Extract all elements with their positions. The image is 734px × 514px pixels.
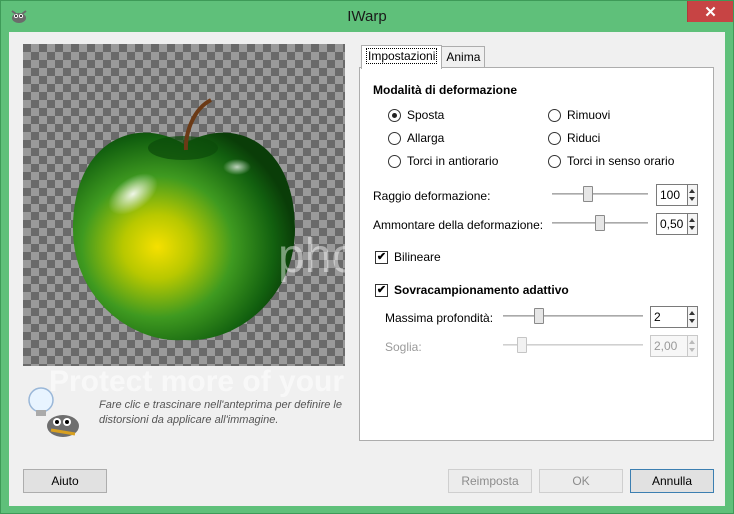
ok-button[interactable]: OK [539, 469, 623, 493]
spin-up-icon [689, 340, 695, 344]
spin-up-icon[interactable] [689, 189, 695, 193]
spin-value[interactable]: 100 [656, 184, 688, 206]
spin-value[interactable]: 2 [650, 306, 688, 328]
spin-value[interactable]: 0,50 [656, 213, 688, 235]
dialog-content: pho Protect more of your Fare clic e tra… [9, 32, 725, 506]
radio-label: Torci in antiorario [407, 154, 499, 168]
radio-indicator [548, 131, 561, 145]
radio-label: Rimuovi [567, 108, 611, 122]
spin-up-icon[interactable] [689, 311, 695, 315]
slider-thumb[interactable] [534, 308, 544, 324]
checkmark-icon: ✔ [375, 283, 388, 297]
amount-spinbutton[interactable]: 0,50 [656, 213, 698, 235]
preview-hint: Fare clic e trascinare nell'anteprima pe… [99, 399, 342, 426]
radio-move[interactable]: Sposta [388, 108, 444, 122]
radio-label: Torci in senso orario [567, 154, 675, 168]
spin-value: 2,00 [650, 335, 688, 357]
spin-down-icon[interactable] [689, 319, 695, 323]
slider-thumb[interactable] [595, 215, 605, 231]
slider-track [503, 315, 643, 317]
radius-spinbutton[interactable]: 100 [656, 184, 698, 206]
watermark-text: Protect more of your [49, 365, 345, 398]
checkbox-label: Sovracampionamento adattivo [394, 283, 569, 297]
spin-down-icon[interactable] [689, 197, 695, 201]
radius-label: Raggio deformazione: [373, 189, 491, 203]
radio-indicator [548, 108, 561, 122]
radio-label: Sposta [407, 108, 445, 122]
slider-track [552, 193, 648, 195]
depth-label: Massima profondità: [385, 311, 494, 325]
spin-down-icon[interactable] [689, 226, 695, 230]
preview-canvas[interactable]: pho [23, 44, 345, 366]
dialog-window: IWarp ✕ pho Protect more of your Fare cl… [0, 0, 734, 514]
title-bar[interactable]: IWarp ✕ [1, 1, 733, 32]
radio-swirl-cw[interactable]: Torci in senso orario [548, 154, 674, 168]
help-button[interactable]: Aiuto [23, 469, 107, 493]
close-button[interactable]: ✕ [687, 1, 733, 22]
threshold-spinbutton: 2,00 [650, 335, 698, 357]
checkmark-icon: ✔ [375, 250, 388, 264]
spin-arrows[interactable] [688, 306, 698, 328]
tab-animate[interactable]: Anima [441, 46, 486, 68]
radio-indicator [388, 108, 401, 122]
settings-panel: Modalità di deformazione Sposta Rimuovi … [359, 67, 714, 441]
spin-arrows [688, 335, 698, 357]
spin-up-icon[interactable] [689, 218, 695, 222]
checkbox-label: Bilineare [394, 250, 441, 264]
radio-grow[interactable]: Allarga [388, 131, 444, 145]
depth-slider[interactable] [503, 308, 643, 324]
tab-bar: Impostazioni Anima [361, 45, 486, 69]
radio-remove[interactable]: Rimuovi [548, 108, 610, 122]
radio-swirl-ccw[interactable]: Torci in antiorario [388, 154, 498, 168]
depth-spinbutton[interactable]: 2 [650, 306, 698, 328]
radius-slider[interactable] [552, 186, 648, 202]
threshold-label: Soglia: [385, 340, 422, 354]
radio-indicator [388, 154, 401, 168]
radio-indicator [548, 154, 561, 168]
mode-section-title: Modalità di deformazione [373, 83, 518, 97]
slider-thumb[interactable] [583, 186, 593, 202]
reset-button[interactable]: Reimposta [448, 469, 532, 493]
radio-indicator [388, 131, 401, 145]
tab-label: Impostazioni [366, 48, 438, 64]
spin-arrows[interactable] [688, 184, 698, 206]
lightbulb-wilber-icon [28, 387, 79, 437]
tab-settings[interactable]: Impostazioni [361, 45, 443, 69]
radio-label: Riduci [567, 131, 601, 145]
tab-label: Anima [446, 50, 481, 64]
window-title: IWarp [347, 8, 387, 25]
slider-thumb [517, 337, 527, 353]
amount-slider[interactable] [552, 215, 648, 231]
radio-label: Allarga [407, 131, 445, 145]
cancel-button[interactable]: Annulla [630, 469, 714, 493]
supersample-checkbox[interactable]: ✔ Sovracampionamento adattivo [375, 283, 569, 297]
spin-down-icon [689, 348, 695, 352]
amount-label: Ammontare della deformazione: [373, 218, 544, 232]
apple-image [73, 98, 295, 341]
spin-arrows[interactable] [688, 213, 698, 235]
bilinear-checkbox[interactable]: ✔ Bilineare [375, 250, 441, 264]
radio-shrink[interactable]: Riduci [548, 131, 600, 145]
threshold-slider [503, 337, 643, 353]
